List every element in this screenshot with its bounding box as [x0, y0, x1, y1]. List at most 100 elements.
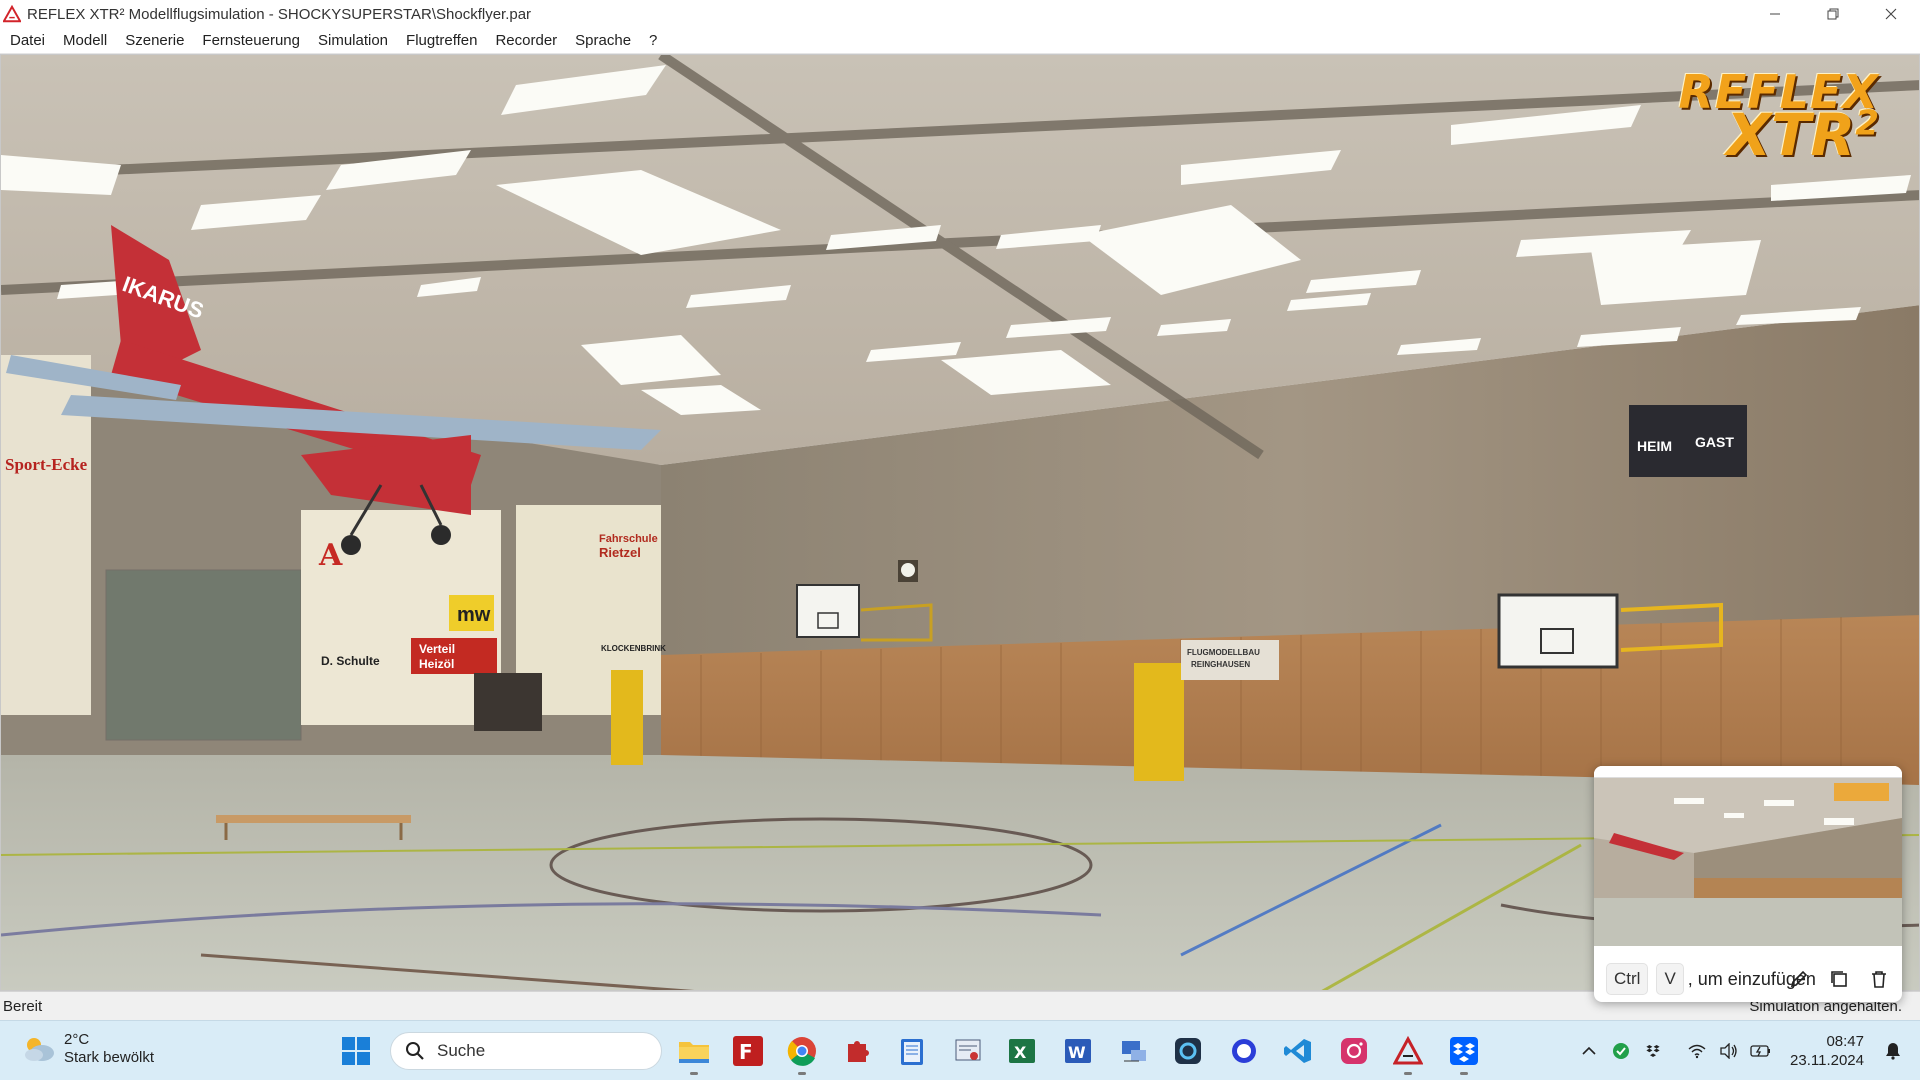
- camera-app-button[interactable]: [1170, 1033, 1206, 1069]
- security-status-button[interactable]: [1606, 1036, 1636, 1066]
- dropbox-icon: [1450, 1037, 1478, 1065]
- minimize-icon: [1770, 13, 1780, 15]
- excel-button[interactable]: X: [1004, 1033, 1040, 1069]
- verteil-text: Verteil: [419, 642, 455, 656]
- check-shield-icon: [1613, 1043, 1630, 1059]
- menu-recorder[interactable]: Recorder: [495, 32, 557, 49]
- delete-button[interactable]: [1866, 966, 1892, 992]
- screenshot-thumbnail[interactable]: [1594, 766, 1902, 946]
- window-controls: [1746, 0, 1920, 28]
- weather-widget[interactable]: 2°C Stark bewölkt: [22, 1031, 154, 1067]
- menu-datei[interactable]: Datei: [10, 32, 45, 49]
- mw-text: mw: [457, 604, 491, 626]
- wifi-icon: [1688, 1044, 1706, 1059]
- fahrschule-text: Fahrschule: [599, 533, 658, 545]
- notifications-button[interactable]: [1878, 1036, 1908, 1066]
- reinghausen-text: REINGHAUSEN: [1191, 660, 1250, 669]
- menu-szenerie[interactable]: Szenerie: [125, 32, 184, 49]
- modellbau-text: FLUGMODELLBAU: [1187, 648, 1260, 657]
- copy-button[interactable]: [1826, 966, 1852, 992]
- chrome-button[interactable]: [784, 1033, 820, 1075]
- word-icon: W: [1065, 1039, 1091, 1063]
- battery-charging-icon: [1750, 1045, 1771, 1057]
- notepad-button[interactable]: [894, 1033, 930, 1069]
- backboard-left: [796, 584, 860, 638]
- yellow-door-center: [1134, 663, 1184, 781]
- logo-xtr-text: XTR: [1726, 101, 1856, 169]
- trash-icon: [1872, 971, 1886, 988]
- v-key: V: [1656, 963, 1684, 995]
- filezilla-button[interactable]: F: [730, 1033, 766, 1069]
- word-button[interactable]: W: [1060, 1033, 1096, 1069]
- weather-desc: Stark bewölkt: [64, 1049, 155, 1066]
- copy-icon: [1831, 971, 1847, 987]
- menu-fernsteuerung[interactable]: Fernsteuerung: [202, 32, 300, 49]
- instagram-icon: [1341, 1038, 1367, 1064]
- clock[interactable]: 08:47 23.11.2024: [1790, 1032, 1864, 1070]
- clipboard-actions: [1786, 966, 1892, 992]
- menu-simulation[interactable]: Simulation: [318, 32, 388, 49]
- screenshot-clipboard-popup[interactable]: Ctrl V , um einzufügen: [1594, 766, 1902, 1002]
- bell-icon: [1886, 1043, 1900, 1060]
- puzzle-app-button[interactable]: [840, 1033, 876, 1069]
- notepad-icon: [901, 1039, 923, 1065]
- menu-flugtreffen[interactable]: Flugtreffen: [406, 32, 477, 49]
- rietzel-text: Rietzel: [599, 545, 641, 560]
- title-bar: REFLEX XTR² Modellflugsimulation - SHOCK…: [0, 0, 1920, 28]
- reflex-xtr-logo: REFLEX XTR2: [1679, 65, 1879, 169]
- dropbox-tray-icon: [1646, 1045, 1660, 1057]
- volume-button[interactable]: [1714, 1036, 1744, 1066]
- vscode-button[interactable]: [1280, 1033, 1316, 1069]
- cortana-button[interactable]: [1226, 1033, 1262, 1069]
- svg-text:W: W: [1068, 1043, 1086, 1062]
- network-app-button[interactable]: [1116, 1033, 1152, 1069]
- menu-sprache[interactable]: Sprache: [575, 32, 631, 49]
- cortana-ring-icon: [1232, 1039, 1256, 1063]
- close-icon: [1885, 8, 1897, 20]
- puzzle-app-icon: [848, 1041, 869, 1062]
- menu-bar: Datei Modell Szenerie Fernsteuerung Simu…: [0, 28, 1920, 54]
- windows-logo-icon: [342, 1037, 370, 1065]
- network-app-icon: [1122, 1041, 1146, 1062]
- clock-time: 08:47: [1826, 1033, 1864, 1050]
- filezilla-icon: F: [733, 1036, 763, 1066]
- wall-window: [474, 673, 542, 731]
- menu-help[interactable]: ?: [649, 32, 657, 49]
- scoreboard-gast: GAST: [1695, 434, 1734, 450]
- sport-ecke-text: Sport-Ecke: [5, 455, 88, 474]
- tray-overflow-button[interactable]: [1574, 1036, 1604, 1066]
- minimize-button[interactable]: [1746, 0, 1804, 28]
- yellow-door-left: [611, 670, 643, 765]
- ctrl-key: Ctrl: [1606, 963, 1649, 995]
- battery-button[interactable]: [1746, 1036, 1776, 1066]
- window-title: REFLEX XTR² Modellflugsimulation - SHOCK…: [27, 5, 532, 23]
- close-button[interactable]: [1862, 0, 1920, 28]
- restore-icon: [1827, 8, 1839, 20]
- goal-net: [105, 569, 302, 741]
- speaker-icon: [1720, 1043, 1737, 1059]
- search-placeholder: Suche: [437, 1041, 486, 1060]
- excel-icon: X: [1009, 1039, 1035, 1063]
- reflex-xtr-taskbar-button[interactable]: [1390, 1033, 1426, 1075]
- file-explorer-icon: [679, 1042, 709, 1063]
- instagram-button[interactable]: [1336, 1033, 1372, 1069]
- dropbox-tray-button[interactable]: [1638, 1036, 1668, 1066]
- dropbox-button[interactable]: [1446, 1033, 1482, 1075]
- start-button[interactable]: [340, 1035, 372, 1067]
- status-ready: Bereit: [3, 997, 43, 1015]
- svg-text:F: F: [739, 1040, 753, 1064]
- system-tray: 08:47 23.11.2024: [1572, 1021, 1920, 1081]
- menu-modell[interactable]: Modell: [63, 32, 107, 49]
- taskbar-search[interactable]: Suche: [390, 1032, 662, 1070]
- weather-temp: 2°C: [64, 1031, 90, 1048]
- vscode-icon: [1284, 1039, 1311, 1063]
- certificate-app-icon: [955, 1039, 981, 1061]
- backboard-right: [1497, 593, 1619, 669]
- file-explorer-button[interactable]: [676, 1033, 712, 1075]
- wifi-button[interactable]: [1682, 1036, 1712, 1066]
- edit-button[interactable]: [1786, 966, 1812, 992]
- restore-button[interactable]: [1804, 0, 1862, 28]
- chrome-icon: [787, 1037, 816, 1066]
- certificate-app-button[interactable]: [950, 1033, 986, 1069]
- bench: [216, 815, 411, 823]
